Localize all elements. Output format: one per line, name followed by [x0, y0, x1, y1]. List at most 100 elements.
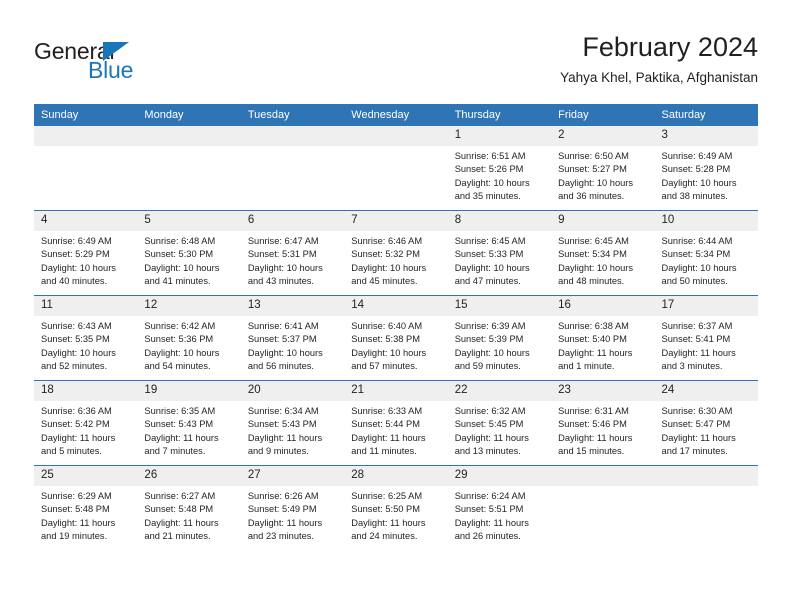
- day-number: 7: [344, 211, 448, 231]
- day-number: [344, 126, 448, 146]
- day-number: 16: [551, 296, 655, 316]
- day-details: [34, 146, 137, 150]
- sunset-text: Sunset: 5:49 PM: [247, 504, 317, 515]
- calendar-day-cell[interactable]: 5 Sunrise: 6:48 AM Sunset: 5:30 PM Daylight…: [137, 210, 241, 296]
- sunrise-text: Sunrise: 6:42 AM: [144, 321, 216, 331]
- weekday-header-wednesday: Wednesday: [344, 104, 448, 126]
- sunset-text: Sunset: 5:44 PM: [351, 419, 420, 430]
- calendar-day-cell[interactable]: 7 Sunrise: 6:46 AM Sunset: 5:32 PM Daylight…: [344, 210, 448, 296]
- calendar-day-cell[interactable]: 22 Sunrise: 6:32 AM Sunset: 5:45 PM Dayligh…: [447, 380, 552, 466]
- daylight-text: Daylight: 11 hours and 17 minutes.: [661, 432, 736, 457]
- daylight-text: Daylight: 11 hours and 9 minutes.: [247, 432, 323, 457]
- sunset-text: Sunset: 5:39 PM: [454, 334, 524, 345]
- calendar-day-cell[interactable]: 3 Sunrise: 6:49 AM Sunset: 5:28 PM Daylight…: [654, 126, 758, 211]
- day-details: Sunrise: 6:33 AM Sunset: 5:44 PM Daylight:…: [344, 401, 447, 459]
- general-blue-logo[interactable]: General Blue: [34, 38, 234, 90]
- day-details: Sunrise: 6:49 AM Sunset: 5:28 PM Daylight:…: [655, 146, 758, 204]
- calendar-day-cell[interactable]: 4 Sunrise: 6:49 AM Sunset: 5:29 PM Daylight…: [34, 210, 138, 296]
- calendar-day-cell[interactable]: 6 Sunrise: 6:47 AM Sunset: 5:31 PM Daylight…: [240, 210, 345, 296]
- daylight-text: Daylight: 11 hours and 24 minutes.: [351, 517, 426, 542]
- calendar-day-cell[interactable]: 11 Sunrise: 6:43 AM Sunset: 5:35 PM Dayligh…: [34, 295, 138, 381]
- daylight-text: Daylight: 11 hours and 5 minutes.: [41, 432, 116, 457]
- day-details: Sunrise: 6:43 AM Sunset: 5:35 PM Daylight:…: [34, 316, 137, 374]
- sunset-text: Sunset: 5:30 PM: [144, 249, 214, 260]
- calendar-day-cell[interactable]: 29 Sunrise: 6:24 AM Sunset: 5:51 PM Dayligh…: [447, 465, 552, 550]
- title-block: February 2024 Yahya Khel, Paktika, Afgha…: [560, 30, 758, 89]
- day-details: Sunrise: 6:45 AM Sunset: 5:33 PM Daylight:…: [448, 231, 551, 289]
- day-number: 6: [240, 211, 345, 231]
- daylight-text: Daylight: 11 hours and 26 minutes.: [454, 517, 529, 542]
- calendar-body: 1 Sunrise: 6:51 AM Sunset: 5:26 PM Daylight…: [34, 126, 758, 550]
- sunrise-text: Sunrise: 6:32 AM: [454, 406, 526, 416]
- day-number: 4: [34, 211, 138, 231]
- day-number: 8: [447, 211, 552, 231]
- sunrise-text: Sunrise: 6:38 AM: [558, 321, 629, 331]
- day-number: 3: [654, 126, 758, 146]
- day-number: [240, 126, 345, 146]
- sunset-text: Sunset: 5:43 PM: [247, 419, 317, 430]
- day-details: Sunrise: 6:47 AM Sunset: 5:31 PM Daylight:…: [241, 231, 344, 289]
- calendar-day-cell[interactable]: 23 Sunrise: 6:31 AM Sunset: 5:46 PM Dayligh…: [551, 380, 655, 466]
- day-details: Sunrise: 6:31 AM Sunset: 5:46 PM Daylight:…: [551, 401, 654, 459]
- calendar-day-cell[interactable]: 21 Sunrise: 6:33 AM Sunset: 5:44 PM Dayligh…: [344, 380, 448, 466]
- calendar-day-cell[interactable]: 18 Sunrise: 6:36 AM Sunset: 5:42 PM Dayligh…: [34, 380, 138, 466]
- calendar-day-cell[interactable]: 17 Sunrise: 6:37 AM Sunset: 5:41 PM Dayligh…: [654, 295, 758, 381]
- calendar-table: Sunday Monday Tuesday Wednesday Thursday…: [34, 104, 758, 550]
- calendar-day-cell[interactable]: 26 Sunrise: 6:27 AM Sunset: 5:48 PM Dayligh…: [137, 465, 241, 550]
- calendar-day-cell[interactable]: 9 Sunrise: 6:45 AM Sunset: 5:34 PM Daylight…: [551, 210, 655, 296]
- day-number: 23: [551, 381, 655, 401]
- sunset-text: Sunset: 5:26 PM: [454, 164, 524, 175]
- sunrise-text: Sunrise: 6:49 AM: [41, 236, 112, 246]
- calendar-day-cell[interactable]: 12 Sunrise: 6:42 AM Sunset: 5:36 PM Dayligh…: [137, 295, 241, 381]
- sunset-text: Sunset: 5:47 PM: [661, 419, 731, 430]
- day-number: 20: [240, 381, 345, 401]
- calendar-day-cell[interactable]: 27 Sunrise: 6:26 AM Sunset: 5:49 PM Dayligh…: [240, 465, 345, 550]
- sunrise-text: Sunrise: 6:24 AM: [454, 491, 526, 501]
- sunrise-text: Sunrise: 6:45 AM: [454, 236, 526, 246]
- daylight-text: Daylight: 11 hours and 21 minutes.: [144, 517, 219, 542]
- sunrise-text: Sunrise: 6:51 AM: [454, 151, 526, 161]
- day-details: Sunrise: 6:48 AM Sunset: 5:30 PM Daylight:…: [137, 231, 240, 289]
- sunset-text: Sunset: 5:31 PM: [247, 249, 317, 260]
- daylight-text: Daylight: 11 hours and 11 minutes.: [351, 432, 426, 457]
- weekday-header-thursday: Thursday: [447, 104, 552, 126]
- day-number: 14: [344, 296, 448, 316]
- sunset-text: Sunset: 5:38 PM: [351, 334, 420, 345]
- day-number: [551, 466, 655, 486]
- sunset-text: Sunset: 5:48 PM: [144, 504, 214, 515]
- sunrise-text: Sunrise: 6:43 AM: [41, 321, 112, 331]
- day-details: [241, 146, 344, 150]
- daylight-text: Daylight: 11 hours and 1 minute.: [558, 347, 633, 372]
- calendar-day-cell[interactable]: 8 Sunrise: 6:45 AM Sunset: 5:33 PM Daylight…: [447, 210, 552, 296]
- calendar-day-cell[interactable]: 15 Sunrise: 6:39 AM Sunset: 5:39 PM Dayligh…: [447, 295, 552, 381]
- calendar-day-cell[interactable]: 19 Sunrise: 6:35 AM Sunset: 5:43 PM Dayligh…: [137, 380, 241, 466]
- calendar-day-cell[interactable]: 24 Sunrise: 6:30 AM Sunset: 5:47 PM Dayligh…: [654, 380, 758, 466]
- day-details: Sunrise: 6:34 AM Sunset: 5:43 PM Daylight:…: [241, 401, 344, 459]
- calendar-day-cell[interactable]: 1 Sunrise: 6:51 AM Sunset: 5:26 PM Daylight…: [447, 126, 552, 211]
- calendar-day-cell[interactable]: 16 Sunrise: 6:38 AM Sunset: 5:40 PM Dayligh…: [551, 295, 655, 381]
- calendar-day-cell[interactable]: 20 Sunrise: 6:34 AM Sunset: 5:43 PM Dayligh…: [240, 380, 345, 466]
- daylight-text: Daylight: 10 hours and 43 minutes.: [247, 262, 323, 287]
- sunset-text: Sunset: 5:36 PM: [144, 334, 214, 345]
- daylight-text: Daylight: 10 hours and 45 minutes.: [351, 262, 427, 287]
- calendar-day-cell[interactable]: 25 Sunrise: 6:29 AM Sunset: 5:48 PM Dayligh…: [34, 465, 138, 550]
- day-details: Sunrise: 6:32 AM Sunset: 5:45 PM Daylight:…: [448, 401, 551, 459]
- weekday-header-friday: Friday: [551, 104, 655, 126]
- sunset-text: Sunset: 5:29 PM: [41, 249, 110, 260]
- daylight-text: Daylight: 10 hours and 54 minutes.: [144, 347, 220, 372]
- calendar-week-row: 11 Sunrise: 6:43 AM Sunset: 5:35 PM Dayligh…: [34, 295, 758, 381]
- calendar-day-cell[interactable]: 14 Sunrise: 6:40 AM Sunset: 5:38 PM Dayligh…: [344, 295, 448, 381]
- day-number: 24: [654, 381, 758, 401]
- day-details: Sunrise: 6:46 AM Sunset: 5:32 PM Daylight:…: [344, 231, 447, 289]
- sunset-text: Sunset: 5:50 PM: [351, 504, 420, 515]
- calendar-day-cell[interactable]: 10 Sunrise: 6:44 AM Sunset: 5:34 PM Dayligh…: [654, 210, 758, 296]
- day-number: 12: [137, 296, 241, 316]
- calendar-day-cell[interactable]: 2 Sunrise: 6:50 AM Sunset: 5:27 PM Daylight…: [551, 126, 655, 211]
- calendar-day-cell[interactable]: 28 Sunrise: 6:25 AM Sunset: 5:50 PM Dayligh…: [344, 465, 448, 550]
- daylight-text: Daylight: 10 hours and 35 minutes.: [454, 177, 530, 202]
- daylight-text: Daylight: 10 hours and 52 minutes.: [41, 347, 116, 372]
- daylight-text: Daylight: 10 hours and 38 minutes.: [661, 177, 737, 202]
- day-number: 15: [447, 296, 552, 316]
- calendar-day-cell[interactable]: 13 Sunrise: 6:41 AM Sunset: 5:37 PM Dayligh…: [240, 295, 345, 381]
- calendar-empty-cell: [654, 465, 758, 550]
